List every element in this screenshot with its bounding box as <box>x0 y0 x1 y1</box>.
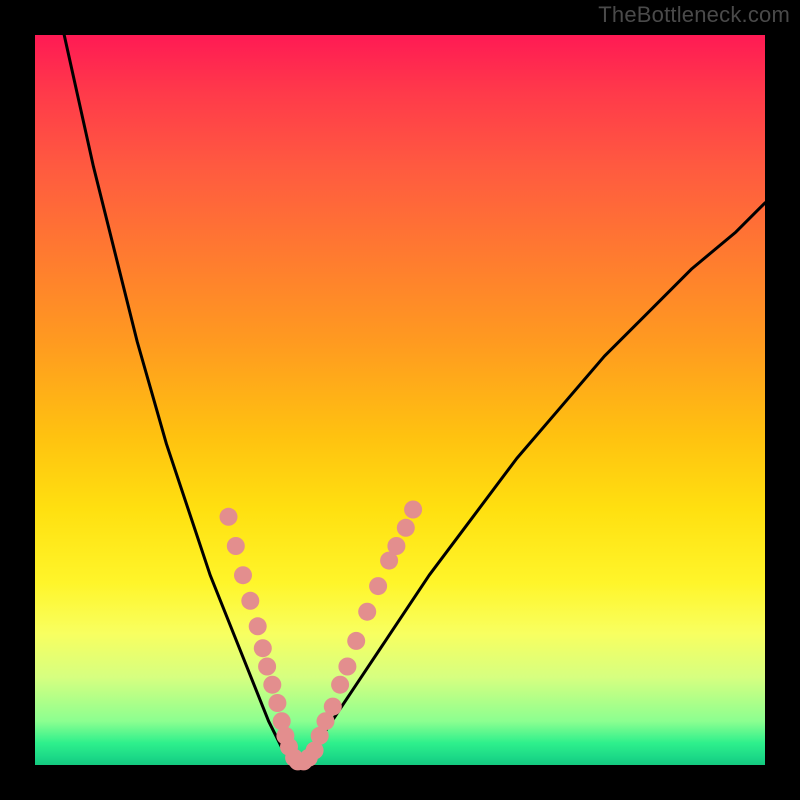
highlight-dot <box>338 658 356 676</box>
highlight-dot <box>404 501 422 519</box>
highlight-dot <box>249 617 267 635</box>
highlight-dot <box>397 519 415 537</box>
highlight-dot <box>358 603 376 621</box>
highlight-dot <box>263 676 281 694</box>
highlight-dot <box>324 698 342 716</box>
highlight-dots <box>220 501 423 771</box>
highlight-dot <box>331 676 349 694</box>
highlight-dot <box>227 537 245 555</box>
highlight-dot <box>387 537 405 555</box>
highlight-dot <box>347 632 365 650</box>
bottleneck-curve-path <box>64 35 765 765</box>
plot-area <box>35 35 765 765</box>
highlight-dot <box>241 592 259 610</box>
highlight-dot <box>268 694 286 712</box>
highlight-dot <box>369 577 387 595</box>
highlight-dot <box>220 508 238 526</box>
watermark-text: TheBottleneck.com <box>598 2 790 28</box>
bottleneck-curve <box>64 35 765 765</box>
highlight-dot <box>254 639 272 657</box>
chart-container: TheBottleneck.com <box>0 0 800 800</box>
highlight-dot <box>234 566 252 584</box>
curve-layer <box>35 35 765 765</box>
highlight-dot <box>258 658 276 676</box>
